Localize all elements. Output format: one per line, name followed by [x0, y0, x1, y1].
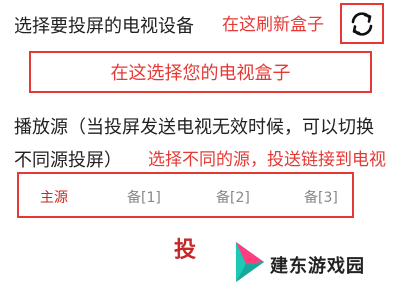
- cast-button[interactable]: 投: [174, 232, 196, 264]
- source-tab-backup-3[interactable]: 备[3]: [304, 187, 338, 207]
- source-tab-main[interactable]: 主源: [40, 187, 68, 207]
- watermark-text: 建东游戏园: [270, 256, 365, 277]
- refresh-annotation: 在这刷新盒子: [222, 15, 324, 35]
- device-select-placeholder: 在这选择您的电视盒子: [110, 63, 291, 84]
- refresh-button[interactable]: [340, 3, 384, 44]
- sources-annotation: 选择不同的源，投送链接到电视: [148, 150, 386, 170]
- source-tab-backup-1[interactable]: 备[1]: [127, 187, 161, 207]
- source-tab-backup-2[interactable]: 备[2]: [216, 187, 250, 207]
- page-title: 选择要投屏的电视设备: [14, 16, 194, 37]
- refresh-icon: [351, 11, 373, 36]
- device-select[interactable]: 在这选择您的电视盒子: [29, 51, 372, 93]
- logo-icon: [236, 242, 264, 282]
